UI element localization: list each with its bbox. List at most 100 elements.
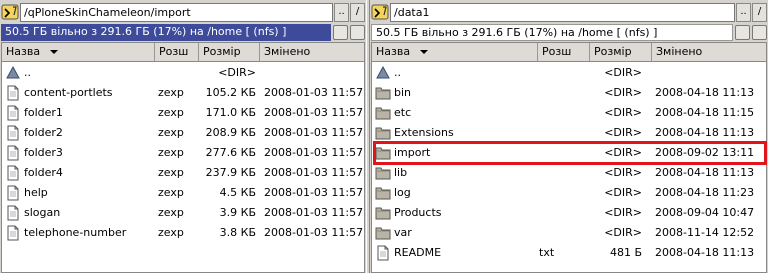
file-name: bin	[394, 86, 412, 99]
file-date: 2008-04-18 11:13	[655, 86, 755, 99]
disk-status: 50.5 ГБ вільно з 291.6 ГБ (17%) на /home…	[1, 24, 331, 41]
history-icon[interactable]	[735, 25, 750, 40]
file-row[interactable]: folder4 zexp 237.9 КБ 2008-01-03 11:57	[2, 163, 364, 183]
file-name: slogan	[24, 206, 61, 219]
file-row[interactable]: Products <DIR> 2008-09-04 10:47	[372, 203, 766, 223]
terminal-bookmark-icon[interactable]	[1, 3, 19, 21]
file-row[interactable]: content-portlets zexp 105.2 КБ 2008-01-03 1…	[2, 83, 364, 103]
file-date: 2008-09-02 13:11	[655, 146, 755, 159]
file-ext: zexp	[158, 186, 184, 199]
file-row[interactable]: var <DIR> 2008-11-14 12:52	[372, 223, 766, 243]
file-ext	[539, 83, 583, 103]
file-row[interactable]: Extensions <DIR> 2008-04-18 11:13	[372, 123, 766, 143]
file-date: 2008-04-18 11:13	[655, 246, 755, 259]
file-name: folder2	[24, 126, 63, 139]
path-field[interactable]: /data1	[390, 3, 735, 22]
parent-dir-button[interactable]: ..	[334, 3, 349, 22]
file-date: 2008-01-03 11:57	[264, 226, 364, 239]
file-name: ..	[394, 66, 401, 79]
file-size: 208.9 КБ	[205, 126, 256, 139]
column-header-size[interactable]: Розмір	[199, 43, 260, 61]
up-arrow-icon	[5, 65, 21, 81]
column-header-name[interactable]: Назва	[372, 43, 538, 61]
file-row[interactable]: .. <DIR>	[2, 63, 364, 83]
parent-dir-button[interactable]: ..	[736, 3, 751, 22]
bookmarks-icon[interactable]	[350, 25, 365, 40]
up-arrow-icon	[375, 65, 391, 81]
file-ext	[539, 143, 583, 163]
file-row[interactable]: README txt 481 Б 2008-04-18 11:13	[372, 243, 766, 263]
file-row[interactable]: lib <DIR> 2008-04-18 11:13	[372, 163, 766, 183]
root-dir-button[interactable]: /	[350, 3, 365, 22]
file-name: log	[394, 186, 411, 199]
file-date: 2008-01-03 11:57	[264, 106, 364, 119]
column-header-ext[interactable]: Розш	[538, 43, 590, 61]
file-icon	[5, 165, 21, 181]
file-date: 2008-04-18 11:13	[655, 166, 755, 179]
right-panel: /data1 .. / 50.5 ГБ вільно з 291.6 ГБ (1…	[370, 0, 768, 273]
path-field[interactable]: /qPloneSkinChameleon/import	[20, 3, 333, 22]
file-ext	[539, 103, 583, 123]
file-row[interactable]: folder3 zexp 277.6 КБ 2008-01-03 11:57	[2, 143, 364, 163]
file-date: 2008-01-03 11:57	[264, 86, 364, 99]
column-header-name[interactable]: Назва	[2, 43, 155, 61]
file-row[interactable]: etc <DIR> 2008-04-18 11:15	[372, 103, 766, 123]
file-size: <DIR>	[604, 206, 642, 219]
history-icon[interactable]	[333, 25, 348, 40]
file-name: lib	[394, 166, 408, 179]
file-date: 2008-01-03 11:57	[264, 186, 364, 199]
file-row[interactable]: log <DIR> 2008-04-18 11:23	[372, 183, 766, 203]
file-icon	[375, 245, 391, 261]
file-ext	[539, 223, 583, 243]
file-icon	[5, 105, 21, 121]
file-row[interactable]: slogan zexp 3.9 КБ 2008-01-03 11:57	[2, 203, 364, 223]
root-dir-button[interactable]: /	[752, 3, 767, 22]
bookmarks-icon[interactable]	[752, 25, 767, 40]
terminal-bookmark-icon[interactable]	[371, 3, 389, 21]
file-row[interactable]: folder1 zexp 171.0 КБ 2008-01-03 11:57	[2, 103, 364, 123]
file-row[interactable]: help zexp 4.5 КБ 2008-01-03 11:57	[2, 183, 364, 203]
file-ext	[158, 63, 196, 83]
file-icon	[5, 205, 21, 221]
file-date: 2008-01-03 11:57	[264, 206, 364, 219]
file-size: <DIR>	[604, 86, 642, 99]
file-ext	[539, 183, 583, 203]
file-icon	[5, 85, 21, 101]
file-ext: zexp	[158, 146, 184, 159]
column-header-size[interactable]: Розмір	[590, 43, 652, 61]
left-panel: /qPloneSkinChameleon/import .. / 50.5 ГБ…	[0, 0, 366, 273]
file-size: <DIR>	[604, 126, 642, 139]
file-ext	[539, 63, 583, 83]
file-name: content-portlets	[24, 86, 113, 99]
file-size: 237.9 КБ	[205, 166, 256, 179]
file-ext: zexp	[158, 86, 184, 99]
file-ext: zexp	[158, 226, 184, 239]
file-size: 3.8 КБ	[219, 226, 256, 239]
file-size: 4.5 КБ	[219, 186, 256, 199]
file-row[interactable]: .. <DIR>	[372, 63, 766, 83]
file-name: var	[394, 226, 412, 239]
file-date	[264, 63, 364, 83]
file-name: Products	[394, 206, 442, 219]
file-name: README	[394, 246, 442, 259]
file-ext: zexp	[158, 206, 184, 219]
column-header-date[interactable]: Змінено	[260, 43, 364, 61]
file-row[interactable]: telephone-number zexp 3.8 КБ 2008-01-03 11:…	[2, 223, 364, 243]
file-size: 171.0 КБ	[205, 106, 256, 119]
file-ext: txt	[539, 246, 555, 259]
file-ext: zexp	[158, 166, 184, 179]
file-list: Назва Розш Розмір Змінено .. <DIR> content…	[1, 42, 365, 273]
file-list: Назва Розш Розмір Змінено .. <DIR> bin <DIR…	[371, 42, 767, 273]
file-ext	[539, 203, 583, 223]
file-date: 2008-04-18 11:15	[655, 106, 755, 119]
disk-status: 50.5 ГБ вільно з 291.6 ГБ (17%) на /home…	[371, 24, 733, 41]
file-row[interactable]: bin <DIR> 2008-04-18 11:13	[372, 83, 766, 103]
column-header-ext[interactable]: Розш	[155, 43, 199, 61]
column-header-date[interactable]: Змінено	[652, 43, 766, 61]
file-size: 3.9 КБ	[219, 206, 256, 219]
file-row[interactable]: import <DIR> 2008-09-02 13:11	[372, 143, 766, 163]
file-size: 481 Б	[609, 246, 642, 259]
file-name: ..	[24, 66, 31, 79]
file-row[interactable]: folder2 zexp 208.9 КБ 2008-01-03 11:57	[2, 123, 364, 143]
file-date: 2008-01-03 11:57	[264, 126, 364, 139]
